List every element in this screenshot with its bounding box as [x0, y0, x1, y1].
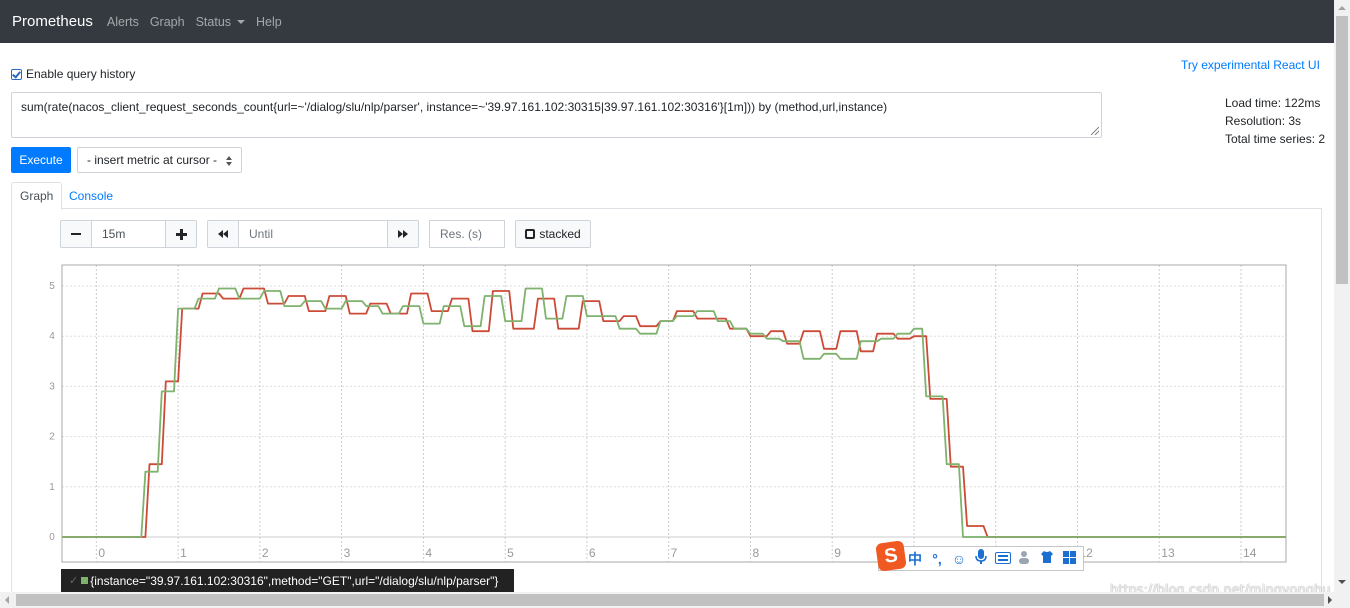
series-line-1 [62, 287, 1286, 538]
user-icon[interactable] [1017, 550, 1033, 567]
punctuation-icon[interactable]: °, [929, 551, 945, 567]
skin-shirt-icon[interactable] [1039, 550, 1055, 567]
x-tick-label: 0 [98, 546, 105, 560]
ime-toolbar: S 中 °, ☺ [875, 540, 1084, 572]
x-tick-label: 3 [344, 546, 351, 560]
grid-menu-icon[interactable] [1061, 550, 1077, 567]
series-lines [62, 287, 1286, 538]
y-tick-label: 2 [49, 432, 55, 443]
microphone-icon[interactable] [973, 549, 989, 568]
keyboard-icon[interactable] [995, 551, 1011, 567]
chinese-mode-icon[interactable]: 中 [907, 549, 923, 569]
x-tick-label: 9 [834, 546, 841, 560]
horizontal-scrollbar[interactable] [0, 592, 1350, 608]
scroll-left-icon[interactable] [5, 596, 9, 604]
x-tick-label: 2 [262, 546, 269, 560]
horizontal-scroll-thumb[interactable] [16, 594, 1324, 606]
vertical-scrollbar[interactable] [1334, 0, 1350, 592]
legend-swatch [81, 577, 89, 584]
y-tick-label: 3 [49, 381, 55, 392]
x-tick-label: 4 [425, 546, 432, 560]
x-tick-label: 6 [589, 546, 596, 560]
series-line-2 [62, 287, 1286, 538]
sogou-logo-icon[interactable]: S [875, 540, 907, 572]
plot-frame [61, 264, 1287, 563]
scroll-up-icon[interactable] [1338, 6, 1346, 10]
tick-labels: 01234501234567891011121314 [49, 281, 1256, 560]
x-tick-label: 1 [180, 546, 187, 560]
check-icon[interactable]: ✓ [69, 574, 78, 587]
x-tick-label: 7 [671, 546, 678, 560]
emoji-icon[interactable]: ☺ [951, 551, 967, 567]
x-tick-label: 14 [1243, 546, 1257, 560]
x-tick-label: 5 [507, 546, 514, 560]
grid-lines [62, 265, 1286, 562]
legend: ✓ {instance="39.97.161.102:30316",method… [61, 569, 514, 592]
vertical-scroll-thumb[interactable] [1336, 16, 1348, 284]
y-tick-label: 4 [49, 331, 55, 342]
time-series-chart[interactable]: 01234501234567891011121314 [0, 0, 1350, 608]
scroll-right-icon[interactable] [1328, 596, 1332, 604]
axes [61, 264, 1287, 563]
y-tick-label: 5 [49, 281, 55, 292]
legend-entry[interactable]: {instance="39.97.161.102:30316",method="… [90, 574, 498, 588]
x-tick-label: 8 [752, 546, 759, 560]
x-tick-label: 13 [1161, 546, 1175, 560]
y-tick-label: 0 [49, 532, 55, 543]
scroll-down-icon[interactable] [1338, 580, 1346, 584]
y-tick-label: 1 [49, 482, 55, 493]
